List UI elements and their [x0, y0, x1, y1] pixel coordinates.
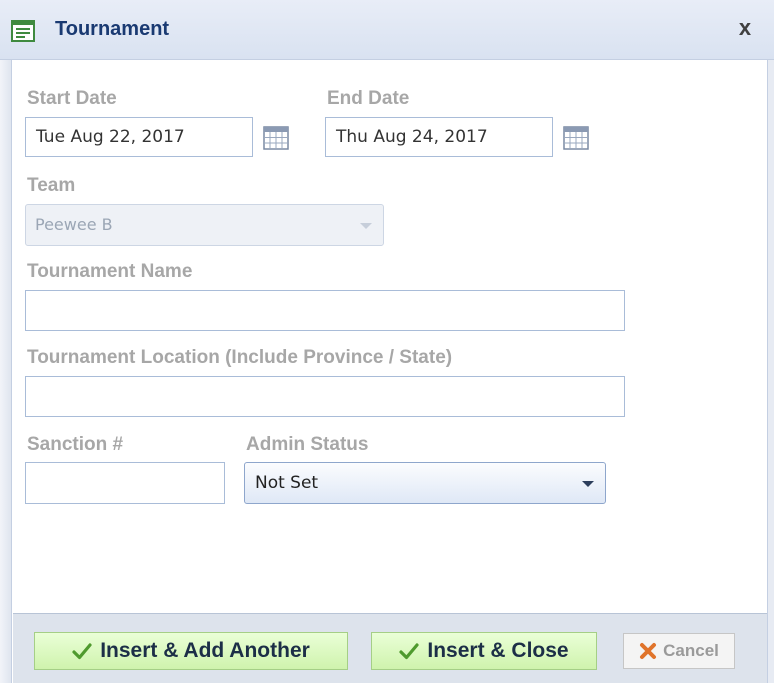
x-icon	[640, 643, 657, 659]
admin-status-value: Not Set	[255, 473, 319, 493]
chevron-down-icon	[360, 223, 372, 229]
tournament-name-input[interactable]	[25, 290, 625, 331]
insert-add-another-button[interactable]: Insert & Add Another	[34, 632, 348, 670]
tournament-location-input[interactable]	[25, 376, 625, 417]
tournament-dialog: Tournament x Start Date Tue Aug 22, 2017…	[0, 0, 774, 683]
team-dropdown-value: Peewee B	[35, 215, 113, 234]
cancel-label: Cancel	[663, 641, 719, 660]
form-icon	[11, 20, 35, 42]
tournament-name-label: Tournament Name	[27, 261, 193, 282]
close-button[interactable]: x	[734, 16, 756, 40]
dialog-frame-right	[767, 60, 774, 683]
dialog-title: Tournament	[55, 18, 170, 40]
insert-add-another-label: Insert & Add Another	[100, 639, 310, 662]
chevron-down-icon[interactable]	[582, 481, 594, 487]
team-label: Team	[27, 175, 76, 196]
check-icon	[399, 643, 419, 660]
admin-status-label: Admin Status	[246, 434, 369, 455]
start-date-input[interactable]: Tue Aug 22, 2017	[25, 117, 253, 157]
sanction-input[interactable]	[25, 462, 225, 504]
sanction-label: Sanction #	[27, 434, 124, 455]
cancel-button[interactable]: Cancel	[623, 633, 735, 669]
calendar-icon[interactable]	[563, 126, 589, 150]
title-bar[interactable]: Tournament x	[0, 0, 774, 60]
check-icon	[72, 643, 92, 660]
tournament-location-label: Tournament Location (Include Province / …	[27, 347, 453, 368]
dialog-frame-left	[0, 60, 12, 683]
admin-status-dropdown[interactable]: Not Set	[244, 462, 606, 504]
end-date-label: End Date	[327, 88, 410, 109]
end-date-input[interactable]: Thu Aug 24, 2017	[325, 117, 553, 157]
calendar-icon[interactable]	[263, 126, 289, 150]
team-dropdown: Peewee B	[25, 204, 384, 246]
insert-close-label: Insert & Close	[427, 639, 569, 662]
insert-close-button[interactable]: Insert & Close	[371, 632, 597, 670]
start-date-label: Start Date	[27, 88, 117, 109]
dialog-footer: Insert & Add Another Insert & Close Canc…	[13, 613, 767, 683]
